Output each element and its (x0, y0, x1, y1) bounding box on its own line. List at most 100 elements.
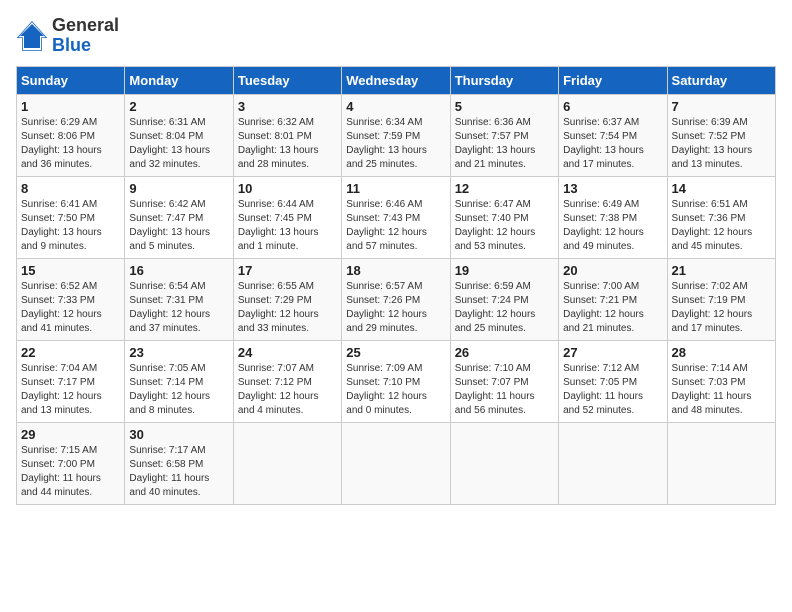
day-number: 30 (129, 427, 228, 442)
calendar-week-row: 1Sunrise: 6:29 AMSunset: 8:06 PMDaylight… (17, 94, 776, 176)
day-info: Sunrise: 6:52 AMSunset: 7:33 PMDaylight:… (21, 281, 102, 334)
calendar-body: 1Sunrise: 6:29 AMSunset: 8:06 PMDaylight… (17, 94, 776, 504)
day-info: Sunrise: 6:32 AMSunset: 8:01 PMDaylight:… (238, 117, 319, 170)
calendar-week-row: 15 Sunrise: 6:52 AMSunset: 7:33 PMDayligh… (17, 258, 776, 340)
weekday-header: Tuesday (233, 66, 341, 94)
calendar-day: 16 Sunrise: 6:54 AMSunset: 7:31 PMDayligh… (125, 258, 233, 340)
calendar-day: 17 Sunrise: 6:55 AMSunset: 7:29 PMDayligh… (233, 258, 341, 340)
day-info: Sunrise: 6:46 AMSunset: 7:43 PMDaylight:… (346, 199, 427, 252)
weekday-header: Monday (125, 66, 233, 94)
empty-day (342, 422, 450, 504)
day-info: Sunrise: 7:14 AMSunset: 7:03 PMDaylight:… (672, 363, 752, 416)
day-number: 11 (346, 181, 445, 196)
day-info: Sunrise: 6:54 AMSunset: 7:31 PMDaylight:… (129, 281, 210, 334)
day-number: 17 (238, 263, 337, 278)
weekday-header: Saturday (667, 66, 775, 94)
day-info: Sunrise: 7:09 AMSunset: 7:10 PMDaylight:… (346, 363, 427, 416)
calendar-day: 24 Sunrise: 7:07 AMSunset: 7:12 PMDayligh… (233, 340, 341, 422)
day-info: Sunrise: 6:36 AMSunset: 7:57 PMDaylight:… (455, 117, 536, 170)
logo: General Blue (16, 16, 119, 56)
day-number: 12 (455, 181, 554, 196)
day-number: 13 (563, 181, 662, 196)
calendar-day: 25 Sunrise: 7:09 AMSunset: 7:10 PMDayligh… (342, 340, 450, 422)
day-info: Sunrise: 6:57 AMSunset: 7:26 PMDaylight:… (346, 281, 427, 334)
calendar-day: 27Sunrise: 7:12 AMSunset: 7:05 PMDayligh… (559, 340, 667, 422)
day-number: 3 (238, 99, 337, 114)
day-info: Sunrise: 6:42 AMSunset: 7:47 PMDaylight:… (129, 199, 210, 252)
day-number: 16 (129, 263, 228, 278)
day-info: Sunrise: 7:15 AMSunset: 7:00 PMDaylight:… (21, 445, 101, 498)
day-number: 19 (455, 263, 554, 278)
weekday-header: Thursday (450, 66, 558, 94)
calendar-day: 15 Sunrise: 6:52 AMSunset: 7:33 PMDayligh… (17, 258, 125, 340)
day-number: 23 (129, 345, 228, 360)
day-info: Sunrise: 6:51 AMSunset: 7:36 PMDaylight:… (672, 199, 753, 252)
day-number: 10 (238, 181, 337, 196)
calendar-day: 30 Sunrise: 7:17 AMSunset: 6:58 PMDayligh… (125, 422, 233, 504)
calendar-day: 6 Sunrise: 6:37 AMSunset: 7:54 PMDaylight… (559, 94, 667, 176)
empty-day (233, 422, 341, 504)
calendar-day: 1Sunrise: 6:29 AMSunset: 8:06 PMDaylight… (17, 94, 125, 176)
page-header: General Blue (16, 16, 776, 56)
day-number: 2 (129, 99, 228, 114)
calendar-day: 12 Sunrise: 6:47 AMSunset: 7:40 PMDayligh… (450, 176, 558, 258)
day-info: Sunrise: 7:00 AMSunset: 7:21 PMDaylight:… (563, 281, 644, 334)
day-info: Sunrise: 7:02 AMSunset: 7:19 PMDaylight:… (672, 281, 753, 334)
day-info: Sunrise: 6:41 AMSunset: 7:50 PMDaylight:… (21, 199, 102, 252)
empty-day (450, 422, 558, 504)
day-info: Sunrise: 6:37 AMSunset: 7:54 PMDaylight:… (563, 117, 644, 170)
day-info: Sunrise: 6:44 AMSunset: 7:45 PMDaylight:… (238, 199, 319, 252)
weekday-header: Friday (559, 66, 667, 94)
calendar-day: 18Sunrise: 6:57 AMSunset: 7:26 PMDayligh… (342, 258, 450, 340)
day-info: Sunrise: 6:39 AMSunset: 7:52 PMDaylight:… (672, 117, 753, 170)
weekday-header-row: SundayMondayTuesdayWednesdayThursdayFrid… (17, 66, 776, 94)
calendar-day: 19 Sunrise: 6:59 AMSunset: 7:24 PMDayligh… (450, 258, 558, 340)
calendar-day: 13 Sunrise: 6:49 AMSunset: 7:38 PMDayligh… (559, 176, 667, 258)
day-number: 9 (129, 181, 228, 196)
day-number: 28 (672, 345, 771, 360)
day-number: 24 (238, 345, 337, 360)
day-info: Sunrise: 6:31 AMSunset: 8:04 PMDaylight:… (129, 117, 210, 170)
day-number: 21 (672, 263, 771, 278)
calendar-week-row: 29 Sunrise: 7:15 AMSunset: 7:00 PMDayligh… (17, 422, 776, 504)
day-number: 14 (672, 181, 771, 196)
day-info: Sunrise: 7:07 AMSunset: 7:12 PMDaylight:… (238, 363, 319, 416)
day-info: Sunrise: 6:49 AMSunset: 7:38 PMDaylight:… (563, 199, 644, 252)
weekday-header: Sunday (17, 66, 125, 94)
day-number: 15 (21, 263, 120, 278)
day-info: Sunrise: 6:55 AMSunset: 7:29 PMDaylight:… (238, 281, 319, 334)
calendar-day: 4 Sunrise: 6:34 AMSunset: 7:59 PMDaylight… (342, 94, 450, 176)
calendar-day: 5Sunrise: 6:36 AMSunset: 7:57 PMDaylight… (450, 94, 558, 176)
day-info: Sunrise: 7:04 AMSunset: 7:17 PMDaylight:… (21, 363, 102, 416)
calendar-day: 21 Sunrise: 7:02 AMSunset: 7:19 PMDayligh… (667, 258, 775, 340)
day-number: 25 (346, 345, 445, 360)
calendar-day: 2 Sunrise: 6:31 AMSunset: 8:04 PMDaylight… (125, 94, 233, 176)
day-info: Sunrise: 7:05 AMSunset: 7:14 PMDaylight:… (129, 363, 210, 416)
day-number: 20 (563, 263, 662, 278)
day-info: Sunrise: 6:34 AMSunset: 7:59 PMDaylight:… (346, 117, 427, 170)
day-info: Sunrise: 7:10 AMSunset: 7:07 PMDaylight:… (455, 363, 535, 416)
calendar-week-row: 8Sunrise: 6:41 AMSunset: 7:50 PMDaylight… (17, 176, 776, 258)
day-number: 27 (563, 345, 662, 360)
calendar-day: 3 Sunrise: 6:32 AMSunset: 8:01 PMDaylight… (233, 94, 341, 176)
day-number: 1 (21, 99, 120, 114)
empty-day (667, 422, 775, 504)
weekday-header: Wednesday (342, 66, 450, 94)
day-number: 22 (21, 345, 120, 360)
day-number: 29 (21, 427, 120, 442)
day-info: Sunrise: 6:59 AMSunset: 7:24 PMDaylight:… (455, 281, 536, 334)
calendar-day: 26Sunrise: 7:10 AMSunset: 7:07 PMDayligh… (450, 340, 558, 422)
day-info: Sunrise: 6:47 AMSunset: 7:40 PMDaylight:… (455, 199, 536, 252)
calendar-week-row: 22 Sunrise: 7:04 AMSunset: 7:17 PMDayligh… (17, 340, 776, 422)
calendar-day: 11 Sunrise: 6:46 AMSunset: 7:43 PMDayligh… (342, 176, 450, 258)
calendar-day: 20 Sunrise: 7:00 AMSunset: 7:21 PMDayligh… (559, 258, 667, 340)
logo-icon (16, 20, 48, 52)
day-info: Sunrise: 7:17 AMSunset: 6:58 PMDaylight:… (129, 445, 209, 498)
day-number: 4 (346, 99, 445, 114)
calendar-day: 7Sunrise: 6:39 AMSunset: 7:52 PMDaylight… (667, 94, 775, 176)
calendar-day: 8Sunrise: 6:41 AMSunset: 7:50 PMDaylight… (17, 176, 125, 258)
calendar-day: 29 Sunrise: 7:15 AMSunset: 7:00 PMDayligh… (17, 422, 125, 504)
calendar-day: 10 Sunrise: 6:44 AMSunset: 7:45 PMDayligh… (233, 176, 341, 258)
empty-day (559, 422, 667, 504)
day-number: 6 (563, 99, 662, 114)
